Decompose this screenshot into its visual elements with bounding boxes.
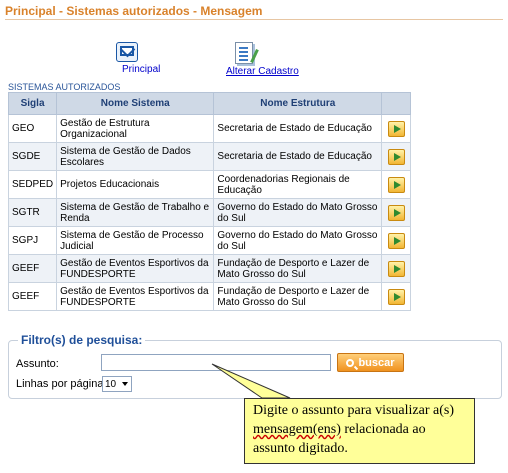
help-tooltip: Digite o assunto para visualizar a(s) me…	[244, 398, 475, 464]
tooltip-line-2-rest: relacionada ao	[340, 422, 426, 437]
tooltip-line-2: mensagem(ens) relacionada ao	[253, 420, 466, 439]
tooltip-line-1: Digite o assunto para visualizar a(s)	[253, 403, 454, 418]
tooltip-line-2-word: mensagem(ens)	[253, 422, 341, 437]
tooltip-line-3: assunto digitado.	[253, 441, 348, 456]
